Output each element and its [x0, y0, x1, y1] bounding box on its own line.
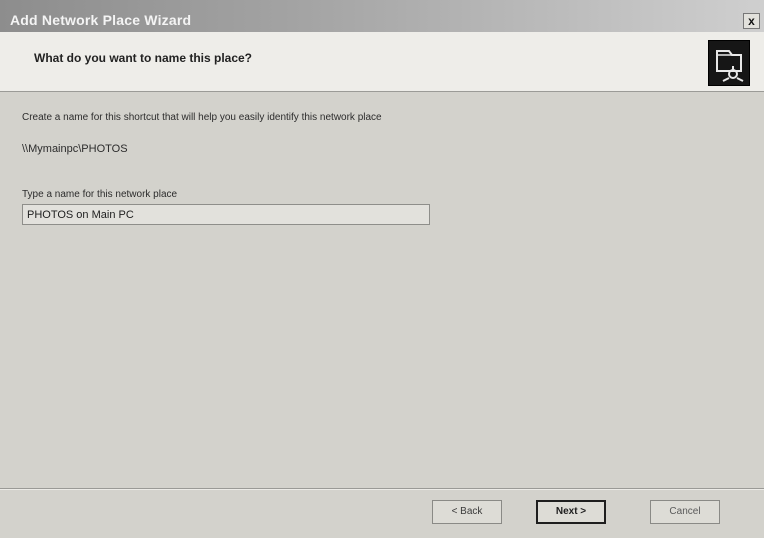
- title-bar[interactable]: Add Network Place Wizard x: [0, 0, 764, 32]
- network-folder-icon: [708, 40, 750, 86]
- close-button[interactable]: x: [743, 13, 760, 29]
- wizard-header: What do you want to name this place?: [0, 32, 764, 92]
- back-button[interactable]: < Back: [432, 500, 502, 524]
- name-field-label: Type a name for this network place: [22, 189, 178, 200]
- next-button[interactable]: Next >: [536, 500, 606, 524]
- network-place-name-input[interactable]: [22, 204, 430, 225]
- wizard-body: Create a name for this shortcut that wil…: [0, 93, 764, 488]
- cancel-button[interactable]: Cancel: [650, 500, 720, 524]
- add-network-place-wizard: Add Network Place Wizard x What do you w…: [0, 0, 764, 538]
- description-text: Create a name for this shortcut that wil…: [22, 112, 382, 123]
- window-title: Add Network Place Wizard: [10, 12, 192, 28]
- network-path: \\Mymainpc\PHOTOS: [22, 143, 128, 155]
- footer-separator: [0, 488, 764, 490]
- page-title: What do you want to name this place?: [34, 51, 253, 65]
